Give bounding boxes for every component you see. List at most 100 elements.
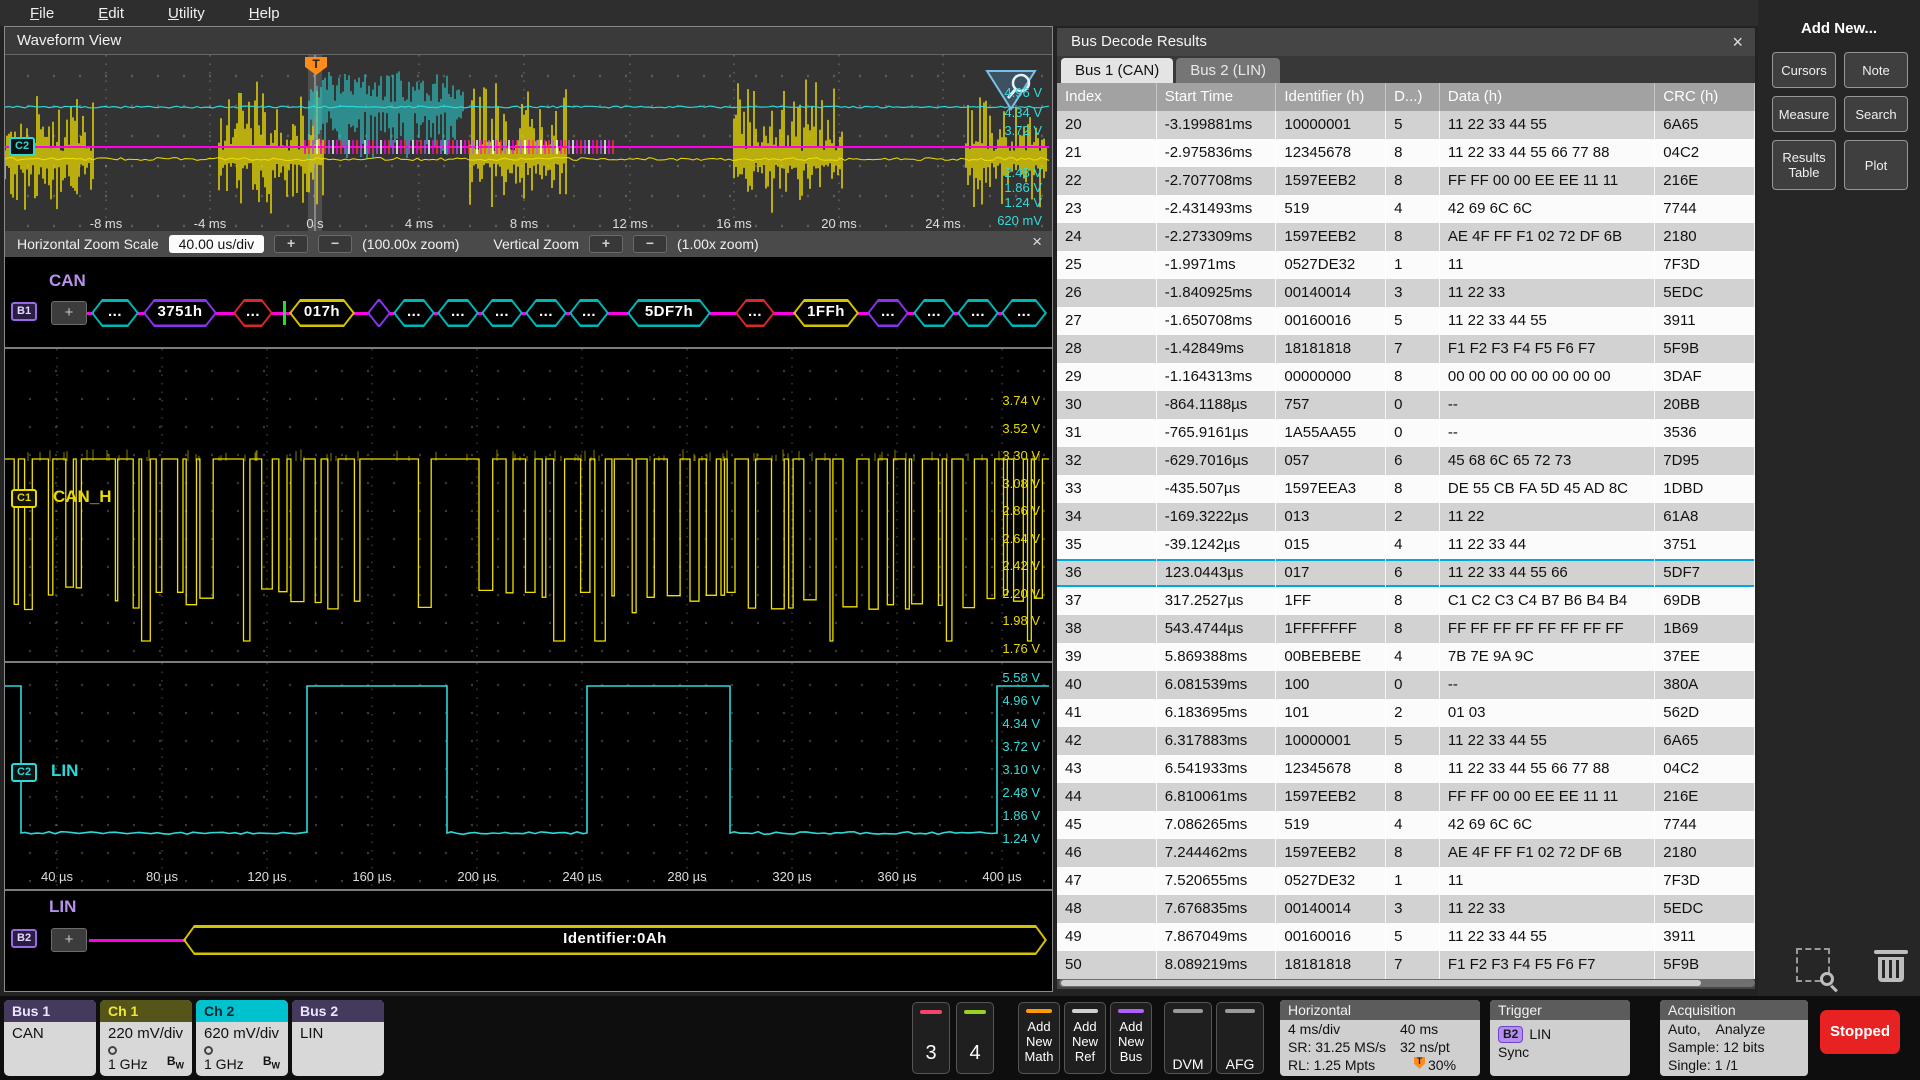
bus1-frame-empty[interactable] — [367, 299, 391, 327]
bus1-frame-dotdotdot[interactable]: ... — [569, 299, 609, 327]
dvm-button[interactable]: DVM — [1164, 1002, 1212, 1074]
bus1-frame-017h[interactable]: 017h — [289, 299, 355, 327]
results-horizontal-scrollbar[interactable] — [1059, 979, 1755, 987]
add-new-math-button[interactable]: AddNewMath — [1018, 1002, 1060, 1074]
bus1-frame-dotdotdot[interactable]: ... — [233, 299, 273, 327]
channel-card-ch-1[interactable]: Ch 1220 mV/div1 GHzBW — [100, 1000, 192, 1076]
note-button[interactable]: Note — [1844, 52, 1908, 88]
table-row-42[interactable]: 426.317883ms10000001511 22 33 44 556A65 — [1057, 727, 1755, 755]
channel1-badge[interactable]: C1 — [11, 489, 37, 508]
table-row-50[interactable]: 508.089219ms181818187F1 F2 F3 F4 F5 F6 F… — [1057, 951, 1755, 979]
lin-identifier-frame[interactable]: Identifier:0Ah — [183, 925, 1047, 955]
column-header[interactable]: CRC (h) — [1655, 83, 1755, 111]
channel2-badge[interactable]: C2 — [11, 763, 37, 782]
table-row-30[interactable]: 30-864.1188µs7570--20BB — [1057, 391, 1755, 419]
column-header[interactable]: Data (h) — [1440, 83, 1655, 111]
scrollbar-thumb[interactable] — [1061, 980, 1701, 986]
can-zoom-plot[interactable]: 3.74 V3.52 V3.30 V3.08 V2.86 V2.64 V2.42… — [5, 349, 1052, 661]
plot-button[interactable]: Plot — [1844, 140, 1908, 190]
bus1-frame-5DF7h[interactable]: 5DF7h — [627, 299, 711, 327]
column-header[interactable]: Index — [1057, 83, 1157, 111]
table-row-44[interactable]: 446.810061ms1597EEB28FF FF 00 00 EE EE 1… — [1057, 783, 1755, 811]
results-close-icon[interactable]: × — [1732, 28, 1743, 56]
bus1-frame-dotdotdot[interactable]: ... — [957, 299, 999, 327]
afg-button[interactable]: AFG — [1216, 1002, 1264, 1074]
table-row-48[interactable]: 487.676835ms00140014311 22 335EDC — [1057, 895, 1755, 923]
bus1-frame-dotdotdot[interactable]: ... — [1001, 299, 1047, 327]
add-new-ref-button[interactable]: AddNewRef — [1064, 1002, 1106, 1074]
horizontal-settings-panel[interactable]: Horizontal 4 ms/div40 msSR: 31.25 MS/s32… — [1280, 1000, 1480, 1076]
hzoom-minus-button[interactable]: − — [318, 235, 352, 253]
table-row-31[interactable]: 31-765.9161µs1A55AA550--3536 — [1057, 419, 1755, 447]
table-row-40[interactable]: 406.081539ms1000--380A — [1057, 671, 1755, 699]
table-row-32[interactable]: 32-629.7016µs057645 68 6C 65 72 737D95 — [1057, 447, 1755, 475]
table-row-38[interactable]: 38543.4744µs1FFFFFFF8FF FF FF FF FF FF F… — [1057, 615, 1755, 643]
channel-4-button[interactable]: 4 — [956, 1002, 994, 1074]
hzoom-plus-button[interactable]: + — [274, 235, 308, 253]
bus1-frame-dotdotdot[interactable]: ... — [481, 299, 523, 327]
table-row-33[interactable]: 33-435.507µs1597EEA38DE 55 CB FA 5D 45 A… — [1057, 475, 1755, 503]
table-row-37[interactable]: 37317.2527µs1FF8C1 C2 C3 C4 B7 B6 B4 B46… — [1057, 587, 1755, 615]
menu-item-file[interactable]: File — [30, 5, 54, 22]
add-new-bus-button[interactable]: AddNewBus — [1110, 1002, 1152, 1074]
bus1-expand-button[interactable]: + — [51, 301, 87, 325]
table-row-22[interactable]: 22-2.707708ms1597EEB28FF FF 00 00 EE EE … — [1057, 167, 1755, 195]
channel-card-bus-1[interactable]: Bus 1CAN — [4, 1000, 96, 1076]
search-button[interactable]: Search — [1844, 96, 1908, 132]
bus2-expand-button[interactable]: + — [51, 928, 87, 952]
table-row-39[interactable]: 395.869388ms00BEBEBE47B 7E 9A 9C37EE — [1057, 643, 1755, 671]
table-row-34[interactable]: 34-169.3222µs013211 2261A8 — [1057, 503, 1755, 531]
channel-card-ch-2[interactable]: Ch 2620 mV/div1 GHzBW — [196, 1000, 288, 1076]
table-row-21[interactable]: 21-2.975836ms12345678811 22 33 44 55 66 … — [1057, 139, 1755, 167]
column-header[interactable]: Start Time — [1157, 83, 1277, 111]
overview-channel-badge[interactable]: C2 — [9, 137, 35, 156]
bus1-frame-dotdotdot[interactable]: ... — [735, 299, 775, 327]
bus1-frame-dotdotdot[interactable]: ... — [913, 299, 955, 327]
table-row-35[interactable]: 35-39.1242µs015411 22 33 443751 — [1057, 531, 1755, 559]
bus1-frame-dotdotdot[interactable]: ... — [525, 299, 567, 327]
results-table-button[interactable]: Results Table — [1772, 140, 1836, 190]
column-header[interactable]: D...) — [1386, 83, 1440, 111]
table-row-29[interactable]: 29-1.164313ms00000000800 00 00 00 00 00 … — [1057, 363, 1755, 391]
bus1-frame-1FFh[interactable]: 1FFh — [793, 299, 859, 327]
table-row-46[interactable]: 467.244462ms1597EEB28AE 4F FF F1 02 72 D… — [1057, 839, 1755, 867]
bus1-frame-dotdotdot[interactable]: ... — [393, 299, 435, 327]
measure-button[interactable]: Measure — [1772, 96, 1836, 132]
table-row-41[interactable]: 416.183695ms101201 03562D — [1057, 699, 1755, 727]
waveform-overview[interactable]: T C2 4.96 V4.34 V3.72 V2.48 V1.86 V1.24 … — [5, 55, 1052, 231]
table-row-45[interactable]: 457.086265ms519442 69 6C 6C7744 — [1057, 811, 1755, 839]
table-row-25[interactable]: 25-1.9971ms0527DE321117F3D — [1057, 251, 1755, 279]
zoom-select-icon[interactable] — [1796, 948, 1830, 982]
table-row-47[interactable]: 477.520655ms0527DE321117F3D — [1057, 867, 1755, 895]
vzoom-minus-button[interactable]: − — [633, 235, 667, 253]
table-row-36[interactable]: 36123.0443µs017611 22 33 44 55 665DF7 — [1057, 559, 1755, 587]
column-header[interactable]: Identifier (h) — [1276, 83, 1386, 111]
table-row-24[interactable]: 24-2.273309ms1597EEB28AE 4F FF F1 02 72 … — [1057, 223, 1755, 251]
bus2-badge[interactable]: B2 — [11, 929, 37, 948]
table-row-43[interactable]: 436.541933ms12345678811 22 33 44 55 66 7… — [1057, 755, 1755, 783]
trash-icon[interactable] — [1876, 948, 1906, 982]
table-row-27[interactable]: 27-1.650708ms00160016511 22 33 44 553911 — [1057, 307, 1755, 335]
lin-zoom-plot[interactable]: 5.58 V4.96 V4.34 V3.72 V3.10 V2.48 V1.86… — [5, 663, 1052, 889]
bus1-frame-dotdotdot[interactable]: ... — [91, 299, 139, 327]
menu-item-help[interactable]: Help — [249, 5, 280, 22]
trigger-settings-panel[interactable]: Trigger B2 LIN Sync — [1490, 1000, 1630, 1076]
menu-item-utility[interactable]: Utility — [168, 5, 205, 22]
vzoom-plus-button[interactable]: + — [589, 235, 623, 253]
tab-bus-2-lin-[interactable]: Bus 2 (LIN) — [1176, 58, 1280, 83]
acquisition-settings-panel[interactable]: Acquisition Auto, AnalyzeSample: 12 bits… — [1660, 1000, 1808, 1076]
channel-3-button[interactable]: 3 — [912, 1002, 950, 1074]
table-row-20[interactable]: 20-3.199881ms10000001511 22 33 44 556A65 — [1057, 111, 1755, 139]
bus1-frame-dotdotdot[interactable]: ... — [867, 299, 909, 327]
acquisition-status-badge[interactable]: Stopped — [1820, 1010, 1900, 1054]
bus1-frame-3751h[interactable]: 3751h — [143, 299, 217, 327]
table-row-28[interactable]: 28-1.42849ms181818187F1 F2 F3 F4 F5 F6 F… — [1057, 335, 1755, 363]
zoom-close-icon[interactable]: × — [1032, 232, 1042, 252]
channel-card-bus-2[interactable]: Bus 2LIN — [292, 1000, 384, 1076]
cursors-button[interactable]: Cursors — [1772, 52, 1836, 88]
horizontal-zoom-scale-input[interactable]: 40.00 us/div — [169, 235, 265, 253]
tab-bus-1-can-[interactable]: Bus 1 (CAN) — [1061, 58, 1173, 83]
table-row-26[interactable]: 26-1.840925ms00140014311 22 335EDC — [1057, 279, 1755, 307]
bus1-badge[interactable]: B1 — [11, 302, 37, 321]
bus1-frame-dotdotdot[interactable]: ... — [437, 299, 479, 327]
